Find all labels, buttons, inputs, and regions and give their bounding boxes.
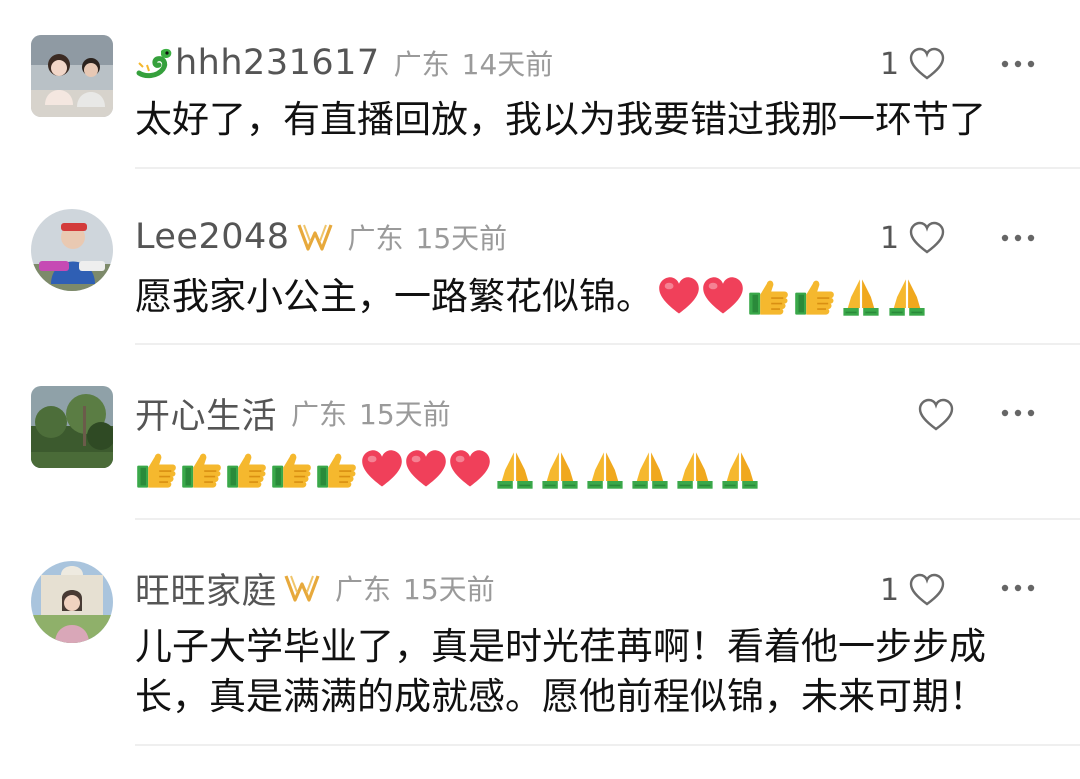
- more-dots-icon: [1001, 584, 1035, 592]
- username[interactable]: Lee2048: [135, 217, 290, 257]
- heart-emoji-icon: [360, 448, 404, 492]
- like-button[interactable]: 1: [880, 568, 945, 612]
- location-label: 广东: [291, 398, 348, 431]
- emoji-row: [135, 448, 762, 492]
- heart-emoji-icon: [657, 275, 701, 319]
- comment-header: 开心生活 广东 15天前: [135, 391, 451, 437]
- pray-emoji-icon: [673, 448, 717, 492]
- comment-text-line: 长，真是满满的成就感。愿他前程似锦，未来可期！: [135, 675, 986, 718]
- divider: [135, 167, 1080, 169]
- username[interactable]: 旺旺家庭: [135, 563, 277, 614]
- comment-header: Lee2048 广东 15天前: [135, 215, 507, 259]
- heart-outline-icon: [909, 47, 945, 80]
- avatar[interactable]: [31, 386, 113, 468]
- timestamp: 15天前: [403, 573, 495, 606]
- avatar[interactable]: [31, 561, 113, 643]
- dragon-emoji-icon: [135, 43, 175, 83]
- more-options-button[interactable]: [1000, 566, 1036, 610]
- like-count: 1: [880, 572, 900, 608]
- timestamp: 14天前: [461, 48, 554, 81]
- heart-emoji-icon: [701, 275, 745, 319]
- comment-text-content: 愿我家小公主，一路繁花似锦。: [135, 275, 653, 318]
- more-options-button[interactable]: [1000, 216, 1036, 260]
- comment-text-line: 儿子大学毕业了，真是时光荏苒啊！看着他一步步成: [135, 625, 986, 668]
- pray-emoji-icon: [885, 275, 929, 319]
- thumbs-up-emoji-icon: [747, 275, 791, 319]
- avatar[interactable]: [31, 35, 113, 117]
- username[interactable]: 开心生活: [135, 388, 277, 439]
- comment-text: 愿我家小公主，一路繁花似锦。: [135, 273, 1055, 321]
- comment-list: hhh231617 广东 14天前 1 太好了，有直播回放，我以为我要错过我那一…: [0, 0, 1080, 779]
- vip-badge-icon: [283, 572, 321, 604]
- like-count: 1: [880, 46, 900, 82]
- like-button[interactable]: 1: [880, 42, 945, 86]
- comment-header: 旺旺家庭 广东 15天前: [135, 566, 495, 612]
- more-dots-icon: [1001, 409, 1035, 417]
- more-dots-icon: [1001, 234, 1035, 242]
- thumbs-up-emoji-icon: [793, 275, 837, 319]
- timestamp: 15天前: [415, 222, 508, 255]
- more-options-button[interactable]: [1000, 391, 1036, 435]
- like-button[interactable]: [918, 393, 954, 437]
- location-label: 广东: [335, 573, 392, 606]
- divider: [135, 744, 1080, 746]
- more-dots-icon: [1001, 60, 1035, 68]
- thumbs-up-emoji-icon: [135, 448, 179, 492]
- comment-text: 太好了，有直播回放，我以为我要错过我那一环节了: [135, 98, 986, 141]
- thumbs-up-emoji-icon: [225, 448, 269, 492]
- divider: [135, 343, 1080, 345]
- pray-emoji-icon: [628, 448, 672, 492]
- heart-emoji-icon: [404, 448, 448, 492]
- like-count: 1: [880, 220, 900, 256]
- heart-emoji-icon: [448, 448, 492, 492]
- pray-emoji-icon: [718, 448, 762, 492]
- timestamp: 15天前: [359, 398, 451, 431]
- heart-outline-icon: [909, 221, 945, 254]
- pray-emoji-icon: [493, 448, 537, 492]
- heart-outline-icon: [918, 398, 954, 431]
- avatar[interactable]: [31, 209, 113, 291]
- thumbs-up-emoji-icon: [315, 448, 359, 492]
- comment-header: hhh231617 广东 14天前: [135, 41, 553, 85]
- location-label: 广东: [393, 48, 450, 81]
- like-button[interactable]: 1: [880, 216, 945, 260]
- thumbs-up-emoji-icon: [270, 448, 314, 492]
- pray-emoji-icon: [583, 448, 627, 492]
- pray-emoji-icon: [839, 275, 883, 319]
- comment-text: 儿子大学毕业了，真是时光荏苒啊！看着他一步步成 长，真是满满的成就感。愿他前程似…: [135, 622, 1075, 722]
- pray-emoji-icon: [538, 448, 582, 492]
- thumbs-up-emoji-icon: [180, 448, 224, 492]
- username[interactable]: hhh231617: [175, 43, 380, 83]
- divider: [135, 518, 1080, 520]
- heart-outline-icon: [909, 573, 945, 606]
- vip-badge-icon: [296, 221, 334, 253]
- more-options-button[interactable]: [1000, 42, 1036, 86]
- location-label: 广东: [347, 222, 404, 255]
